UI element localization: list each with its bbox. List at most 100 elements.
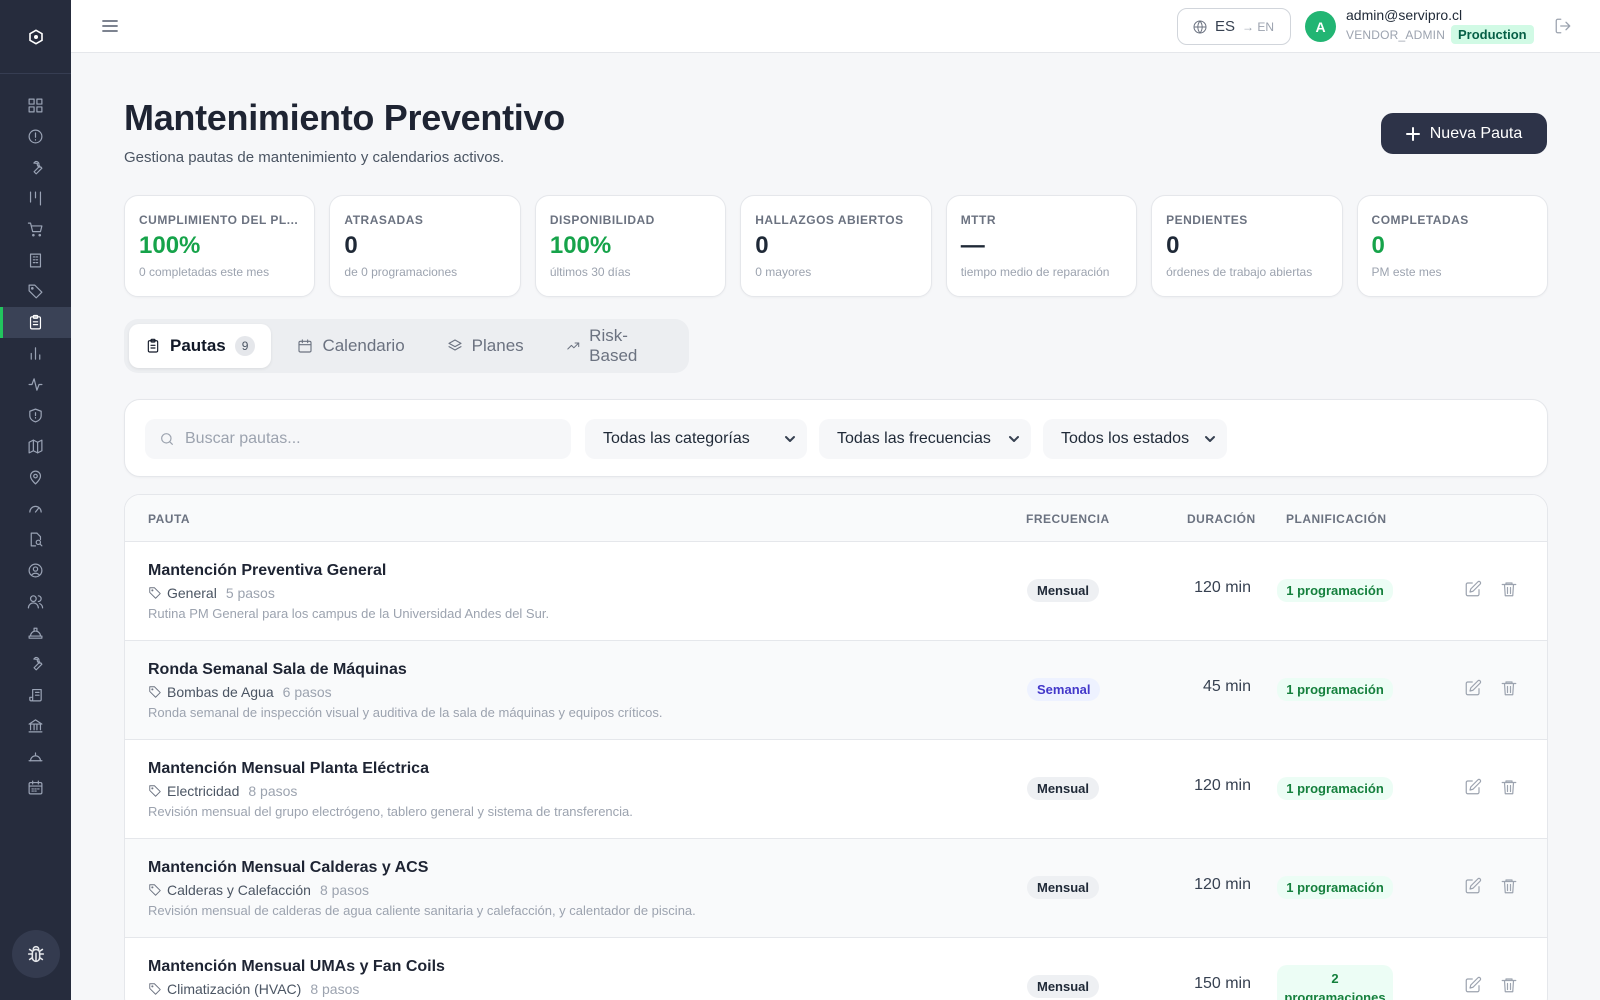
hard-hat-icon: [28, 627, 43, 639]
pauta-name[interactable]: Mantención Mensual Calderas y ACS: [148, 859, 428, 877]
pauta-name[interactable]: Mantención Mensual UMAs y Fan Coils: [148, 958, 445, 976]
table-row[interactable]: Mantención Preventiva General General 5 pa…: [125, 542, 1547, 641]
sidebar-item-users[interactable]: [0, 586, 71, 617]
tab-planes[interactable]: Planes: [431, 324, 540, 368]
sidebar-item-reports[interactable]: [0, 338, 71, 369]
kpi-card: DISPONIBILIDAD 100% últimos 30 días: [534, 195, 727, 297]
search-box: [145, 419, 571, 459]
clipboard-icon: [29, 314, 42, 330]
logout-button[interactable]: [1554, 17, 1572, 35]
sidebar-item-map[interactable]: [0, 431, 71, 462]
scroll-icon: [29, 688, 42, 702]
tab-calendario-label: Calendario: [322, 336, 405, 355]
pauta-steps: 8 pasos: [310, 981, 360, 997]
column-header-planificacion[interactable]: PLANIFICACIÓN: [1286, 512, 1387, 526]
sidebar-item-meters[interactable]: [0, 493, 71, 524]
tab-risk-based[interactable]: Risk-Based: [550, 324, 684, 368]
tab-pautas[interactable]: Pautas 9: [129, 324, 272, 368]
gauge-icon: [29, 505, 42, 513]
report-bug-button[interactable]: [12, 930, 60, 978]
schedule-badge[interactable]: 1 programación: [1277, 678, 1393, 701]
delete-button[interactable]: [1500, 976, 1518, 994]
pauta-category: Bombas de Agua: [167, 684, 274, 700]
sidebar-item-buildings[interactable]: [0, 245, 71, 276]
layers-icon: [448, 339, 462, 351]
tool-icon: [33, 656, 43, 671]
menu-toggle-button[interactable]: [100, 16, 120, 36]
category-select[interactable]: Todas las categorías: [585, 419, 807, 459]
new-pauta-button[interactable]: Nueva Pauta: [1381, 113, 1547, 154]
schedule-badge[interactable]: 1 programación: [1277, 876, 1393, 899]
sidebar-item-activity[interactable]: [0, 369, 71, 400]
edit-button[interactable]: [1464, 877, 1482, 895]
sidebar-item-tools[interactable]: [0, 648, 71, 679]
sidebar-item-kanban[interactable]: [0, 183, 71, 214]
trash-icon: [1501, 582, 1517, 597]
delete-button[interactable]: [1500, 580, 1518, 598]
pauta-category: Climatización (HVAC): [167, 981, 302, 997]
sidebar-item-safety[interactable]: [0, 741, 71, 772]
sidebar-item-dashboard[interactable]: [0, 90, 71, 121]
pauta-name[interactable]: Mantención Preventiva General: [148, 562, 386, 580]
pauta-steps: 6 pasos: [282, 684, 332, 700]
edit-button[interactable]: [1464, 778, 1482, 796]
current-language: ES: [1215, 18, 1236, 35]
status-select[interactable]: Todos los estados: [1043, 419, 1227, 459]
edit-icon: [1465, 877, 1482, 894]
frequency-select[interactable]: Todas las frecuencias: [819, 419, 1031, 459]
kpi-card: MTTR — tiempo medio de reparación: [945, 195, 1138, 297]
sidebar-item-security[interactable]: [0, 400, 71, 431]
sidebar-item-profile[interactable]: [0, 555, 71, 586]
sidebar-item-locations[interactable]: [0, 462, 71, 493]
column-header-frecuencia[interactable]: FRECUENCIA: [1026, 512, 1110, 526]
frequency-badge: Mensual: [1027, 876, 1100, 899]
tab-calendario[interactable]: Calendario: [281, 324, 420, 368]
bank-icon: [28, 719, 43, 733]
sidebar-item-inspections[interactable]: [0, 524, 71, 555]
kpi-value: 0: [755, 232, 769, 259]
sidebar-item-purchases[interactable]: [0, 214, 71, 245]
sidebar-item-contractors[interactable]: [0, 617, 71, 648]
chevron-down-icon: [1205, 436, 1215, 442]
schedule-badge[interactable]: 2 programaciones: [1277, 965, 1393, 1000]
helmet-icon: [28, 752, 43, 762]
sidebar-item-alerts[interactable]: [0, 121, 71, 152]
other-language: → EN: [1242, 19, 1275, 34]
language-switcher[interactable]: ES → EN: [1177, 8, 1291, 45]
delete-button[interactable]: [1500, 778, 1518, 796]
table-row[interactable]: Mantención Mensual UMAs y Fan Coils Clima…: [125, 938, 1547, 1000]
sidebar-item-calendar[interactable]: [0, 772, 71, 803]
cart-icon: [27, 222, 43, 237]
avatar[interactable]: A: [1305, 11, 1336, 42]
hexagon-logo-icon[interactable]: [0, 0, 71, 74]
kpi-label: HALLAZGOS ABIERTOS: [755, 213, 904, 227]
edit-button[interactable]: [1464, 679, 1482, 697]
pauta-name[interactable]: Mantención Mensual Planta Eléctrica: [148, 760, 429, 778]
sidebar-item-work-orders[interactable]: [0, 152, 71, 183]
sidebar-item-preventive[interactable]: [0, 307, 71, 338]
plus-icon: [1405, 126, 1420, 141]
sidebar-item-documents[interactable]: [0, 679, 71, 710]
delete-button[interactable]: [1500, 877, 1518, 895]
pauta-name[interactable]: Ronda Semanal Sala de Máquinas: [148, 661, 407, 679]
edit-button[interactable]: [1464, 976, 1482, 994]
search-input[interactable]: [185, 430, 545, 448]
column-header-duracion[interactable]: DURACIÓN: [1187, 512, 1256, 526]
pauta-category: Calderas y Calefacción: [167, 882, 311, 898]
schedule-badge[interactable]: 1 programación: [1277, 579, 1393, 602]
map-icon: [28, 439, 43, 454]
pauta-meta: Calderas y Calefacción 8 pasos: [148, 882, 369, 898]
schedule-badge[interactable]: 1 programación: [1277, 777, 1393, 800]
tag-icon: [149, 587, 161, 599]
chevron-down-icon: [785, 436, 795, 442]
sidebar-item-institutions[interactable]: [0, 710, 71, 741]
table-row[interactable]: Mantención Mensual Calderas y ACS Caldera…: [125, 839, 1547, 938]
column-header-pauta[interactable]: PAUTA: [148, 512, 190, 526]
edit-button[interactable]: [1464, 580, 1482, 598]
table-row[interactable]: Mantención Mensual Planta Eléctrica Elect…: [125, 740, 1547, 839]
sidebar-item-tags[interactable]: [0, 276, 71, 307]
kpi-card: COMPLETADAS 0 PM este mes: [1356, 195, 1548, 297]
table-row[interactable]: Ronda Semanal Sala de Máquinas Bombas de …: [125, 641, 1547, 740]
delete-button[interactable]: [1500, 679, 1518, 697]
kpi-subtext: órdenes de trabajo abiertas: [1166, 265, 1313, 279]
